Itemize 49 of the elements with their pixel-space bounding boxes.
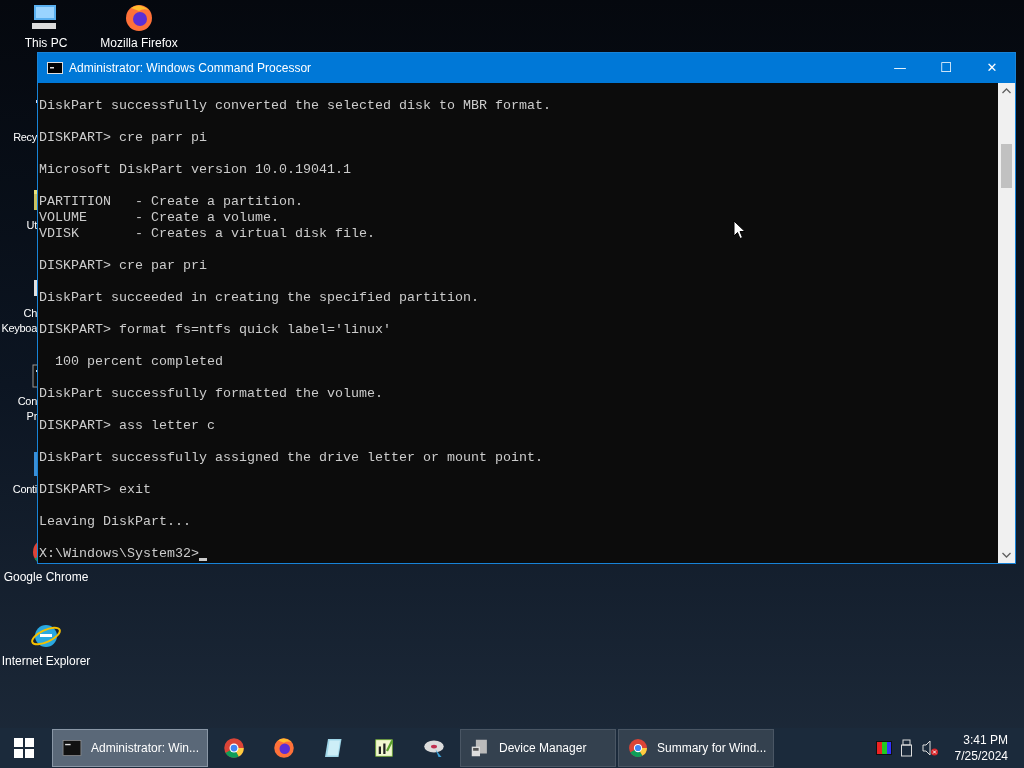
console-line: DiskPart successfully converted the selected disk to MBR format. <box>39 98 551 114</box>
firefox-icon[interactable] <box>123 2 155 34</box>
console-line: X:\Windows\System32> <box>39 546 199 562</box>
maximize-button[interactable]: ☐ <box>923 53 969 83</box>
windows-logo-icon <box>14 738 34 758</box>
window-title: Administrator: Windows Command Processor <box>69 60 313 77</box>
icon-label: Ut <box>26 218 37 233</box>
clock-date[interactable]: 7/25/2024 <box>954 748 1008 764</box>
minimize-button[interactable]: — <box>877 53 923 83</box>
icon-label: Internet Explorer <box>1 654 91 669</box>
icon-label: Pr <box>26 409 37 424</box>
console-line: DISKPART> ass letter c <box>39 418 215 434</box>
icon-label: This PC <box>24 36 68 51</box>
scroll-up-icon[interactable] <box>1002 88 1011 94</box>
console-line: PARTITION - Create a partition. <box>39 194 303 210</box>
taskbar-window-button[interactable]: Administrator: Win... <box>52 729 208 767</box>
scroll-thumb[interactable] <box>1001 144 1012 188</box>
console-line: DiskPart succeeded in creating the specified partition. <box>39 290 479 306</box>
console-line: VOLUME - Create a volume. <box>39 210 279 226</box>
console-line: Leaving DiskPart... <box>39 514 191 530</box>
console-line: DiskPart successfully assigned the drive letter or mount point. <box>39 450 543 466</box>
firefox-icon <box>272 736 296 760</box>
scroll-down-icon[interactable] <box>1002 552 1011 558</box>
taskbar-window-button[interactable]: Summary for Wind... <box>618 729 774 767</box>
usb-drive-icon[interactable] <box>899 739 914 757</box>
scrollbar[interactable] <box>998 83 1015 563</box>
text-cursor <box>198 558 207 561</box>
icon-label: Ch <box>23 306 37 321</box>
close-button[interactable]: ✕ <box>969 53 1015 83</box>
console-line: DISKPART> exit <box>39 482 151 498</box>
taskbar-window-button[interactable]: Device Manager <box>460 729 616 767</box>
icon-label: Google Chrome <box>3 570 89 585</box>
chart-icon <box>372 736 396 760</box>
console-line: 100 percent completed <box>54 354 223 370</box>
console-line: Microsoft DiskPart version 10.0.19041.1 <box>39 162 351 178</box>
clock-time[interactable]: 3:41 PM <box>963 732 1008 748</box>
console-line: VDISK - Creates a virtual disk file. <box>39 226 375 242</box>
console-line: DISKPART> format fs=ntfs quick label='linux' <box>39 322 391 338</box>
console-line: DISKPART> cre par pri <box>39 258 207 274</box>
console-line: DiskPart successfully formatted the volume. <box>39 386 383 402</box>
icon-label: Recy <box>13 130 37 145</box>
mouse-cursor-icon <box>733 220 746 240</box>
volume-muted-icon[interactable] <box>921 739 939 757</box>
icon-label: Mozilla Firefox <box>100 36 178 51</box>
color-display-icon[interactable] <box>875 741 892 755</box>
icon-label: Keyboa <box>1 321 37 336</box>
icon-label: Con <box>17 394 37 409</box>
console-line: DISKPART> cre parr pi <box>39 130 207 146</box>
icon-label: Conti <box>12 482 37 497</box>
